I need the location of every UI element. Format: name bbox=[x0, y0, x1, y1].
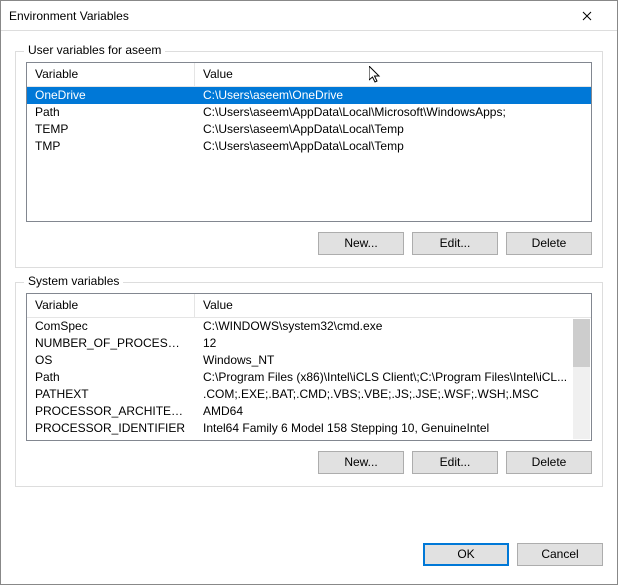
close-button[interactable] bbox=[564, 2, 609, 30]
variable-name-cell: NUMBER_OF_PROCESSORS bbox=[27, 335, 195, 352]
system-buttons-row: New... Edit... Delete bbox=[26, 451, 592, 474]
system-list-scrollbar[interactable] bbox=[573, 319, 590, 439]
user-variables-legend: User variables for aseem bbox=[24, 43, 165, 57]
user-buttons-row: New... Edit... Delete bbox=[26, 232, 592, 255]
user-variables-group: User variables for aseem Variable Value … bbox=[15, 51, 603, 268]
variable-value-cell: 12 bbox=[195, 335, 591, 352]
variable-value-cell: AMD64 bbox=[195, 403, 591, 420]
dialog-footer: OK Cancel bbox=[1, 537, 617, 584]
variable-name-cell: PROCESSOR_ARCHITECTURE bbox=[27, 403, 195, 420]
user-variables-list[interactable]: Variable Value OneDriveC:\Users\aseem\On… bbox=[26, 62, 592, 222]
environment-variables-dialog: Environment Variables User variables for… bbox=[0, 0, 618, 585]
scrollbar-thumb[interactable] bbox=[573, 319, 590, 367]
col-variable-header[interactable]: Variable bbox=[27, 63, 195, 86]
table-row[interactable]: NUMBER_OF_PROCESSORS12 bbox=[27, 335, 591, 352]
variable-name-cell: TMP bbox=[27, 138, 195, 155]
system-new-button[interactable]: New... bbox=[318, 451, 404, 474]
variable-name-cell: OneDrive bbox=[27, 87, 195, 104]
user-delete-button[interactable]: Delete bbox=[506, 232, 592, 255]
variable-value-cell: C:\Program Files (x86)\Intel\iCLS Client… bbox=[195, 369, 591, 386]
variable-value-cell: C:\Users\aseem\AppData\Local\Microsoft\W… bbox=[195, 104, 591, 121]
variable-value-cell: C:\Users\aseem\AppData\Local\Temp bbox=[195, 121, 591, 138]
titlebar: Environment Variables bbox=[1, 1, 617, 31]
system-list-body: ComSpecC:\WINDOWS\system32\cmd.exeNUMBER… bbox=[27, 318, 591, 437]
user-list-body: OneDriveC:\Users\aseem\OneDrivePathC:\Us… bbox=[27, 87, 591, 155]
variable-name-cell: Path bbox=[27, 369, 195, 386]
variable-name-cell: ComSpec bbox=[27, 318, 195, 335]
variable-value-cell: Windows_NT bbox=[195, 352, 591, 369]
variable-value-cell: C:\WINDOWS\system32\cmd.exe bbox=[195, 318, 591, 335]
table-row[interactable]: PathC:\Users\aseem\AppData\Local\Microso… bbox=[27, 104, 591, 121]
variable-value-cell: C:\Users\aseem\AppData\Local\Temp bbox=[195, 138, 591, 155]
col-variable-header[interactable]: Variable bbox=[27, 294, 195, 317]
titlebar-title: Environment Variables bbox=[9, 9, 564, 23]
variable-name-cell: TEMP bbox=[27, 121, 195, 138]
ok-button[interactable]: OK bbox=[423, 543, 509, 566]
system-edit-button[interactable]: Edit... bbox=[412, 451, 498, 474]
col-value-header[interactable]: Value bbox=[195, 63, 591, 86]
table-row[interactable]: TMPC:\Users\aseem\AppData\Local\Temp bbox=[27, 138, 591, 155]
close-icon bbox=[582, 11, 592, 21]
table-row[interactable]: PathC:\Program Files (x86)\Intel\iCLS Cl… bbox=[27, 369, 591, 386]
variable-name-cell: PATHEXT bbox=[27, 386, 195, 403]
table-row[interactable]: PROCESSOR_ARCHITECTUREAMD64 bbox=[27, 403, 591, 420]
variable-value-cell: .COM;.EXE;.BAT;.CMD;.VBS;.VBE;.JS;.JSE;.… bbox=[195, 386, 591, 403]
table-row[interactable]: OSWindows_NT bbox=[27, 352, 591, 369]
user-edit-button[interactable]: Edit... bbox=[412, 232, 498, 255]
system-list-header: Variable Value bbox=[27, 294, 591, 318]
system-variables-group: System variables Variable Value ComSpecC… bbox=[15, 282, 603, 487]
table-row[interactable]: PROCESSOR_IDENTIFIERIntel64 Family 6 Mod… bbox=[27, 420, 591, 437]
table-row[interactable]: TEMPC:\Users\aseem\AppData\Local\Temp bbox=[27, 121, 591, 138]
table-row[interactable]: ComSpecC:\WINDOWS\system32\cmd.exe bbox=[27, 318, 591, 335]
table-row[interactable]: OneDriveC:\Users\aseem\OneDrive bbox=[27, 87, 591, 104]
variable-name-cell: OS bbox=[27, 352, 195, 369]
col-value-header[interactable]: Value bbox=[195, 294, 591, 317]
variable-value-cell: C:\Users\aseem\OneDrive bbox=[195, 87, 591, 104]
table-row[interactable]: PATHEXT.COM;.EXE;.BAT;.CMD;.VBS;.VBE;.JS… bbox=[27, 386, 591, 403]
system-variables-list[interactable]: Variable Value ComSpecC:\WINDOWS\system3… bbox=[26, 293, 592, 441]
system-delete-button[interactable]: Delete bbox=[506, 451, 592, 474]
user-new-button[interactable]: New... bbox=[318, 232, 404, 255]
cancel-button[interactable]: Cancel bbox=[517, 543, 603, 566]
dialog-body: User variables for aseem Variable Value … bbox=[1, 31, 617, 537]
variable-name-cell: PROCESSOR_IDENTIFIER bbox=[27, 420, 195, 437]
system-variables-legend: System variables bbox=[24, 274, 123, 288]
variable-value-cell: Intel64 Family 6 Model 158 Stepping 10, … bbox=[195, 420, 591, 437]
variable-name-cell: Path bbox=[27, 104, 195, 121]
user-list-header: Variable Value bbox=[27, 63, 591, 87]
